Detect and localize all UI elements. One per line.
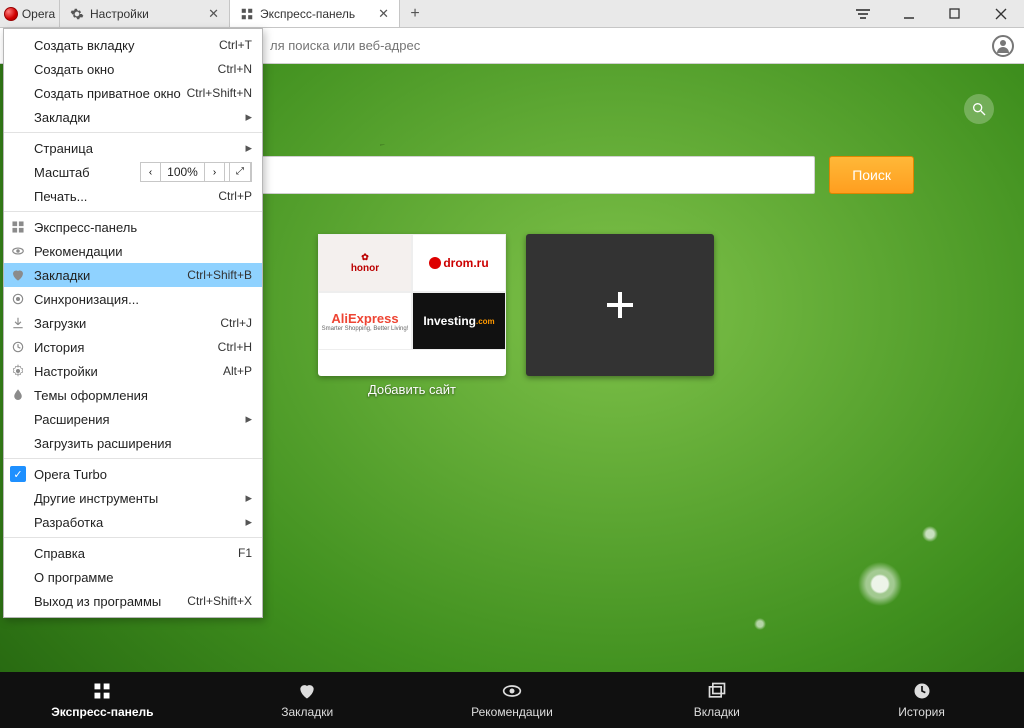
menu-downloads[interactable]: ЗагрузкиCtrl+J [4, 311, 262, 335]
menu-icon [856, 9, 870, 19]
search-button[interactable]: Поиск [829, 156, 914, 194]
bottom-discover[interactable]: Рекомендации [437, 681, 587, 719]
eye-icon [10, 243, 26, 259]
opera-main-menu: Создать вкладкуCtrl+T Создать окноCtrl+N… [3, 28, 263, 618]
tab-close-icon[interactable]: ✕ [208, 6, 219, 22]
chevron-right-icon: ▸ [245, 514, 252, 530]
opera-logo-icon [4, 7, 18, 21]
history-icon [10, 339, 26, 355]
eye-icon [502, 681, 522, 701]
titlebar: Opera Настройки ✕ Экспресс-панель ✕ + [0, 0, 1024, 28]
thumb-aliexpress: AliExpressSmarter Shopping, Better Livin… [318, 292, 412, 350]
search-icon [971, 101, 987, 117]
menu-about[interactable]: О программе [4, 565, 262, 589]
tile-folder[interactable]: ✿honor drom.ru AliExpressSmarter Shoppin… [318, 234, 506, 376]
menu-bookmarks-sub[interactable]: Закладки▸ [4, 105, 262, 129]
bottom-tabs[interactable]: Вкладки [642, 681, 792, 719]
app-menu-button[interactable] [840, 0, 886, 27]
bottom-speed-dial[interactable]: Экспресс-панель [27, 681, 177, 719]
close-window-button[interactable] [978, 0, 1024, 27]
sync-icon [10, 291, 26, 307]
menu-new-window[interactable]: Создать окноCtrl+N [4, 57, 262, 81]
heart-icon [297, 681, 317, 701]
menu-developer[interactable]: Разработка▸ [4, 510, 262, 534]
thumb-drom: drom.ru [412, 234, 506, 292]
bottom-bar: Экспресс-панель Закладки Рекомендации Вк… [0, 672, 1024, 728]
chevron-right-icon: ▸ [245, 109, 252, 125]
menu-extensions[interactable]: Расширения▸ [4, 407, 262, 431]
menu-page-sub[interactable]: Страница▸ [4, 136, 262, 160]
opera-menu-label: Opera [22, 7, 55, 21]
zoom-value: 100% [161, 163, 205, 181]
menu-separator [4, 132, 262, 133]
zoom-in-button[interactable]: › [205, 163, 225, 181]
chevron-right-icon: ▸ [245, 411, 252, 427]
menu-separator [4, 211, 262, 212]
plus-icon [607, 292, 633, 318]
menu-speed-dial[interactable]: Экспресс-панель [4, 215, 262, 239]
maximize-button[interactable] [932, 0, 978, 27]
bottom-history[interactable]: История [847, 681, 997, 719]
tab-speed-dial[interactable]: Экспресс-панель ✕ [230, 0, 400, 27]
menu-sync[interactable]: Синхронизация... [4, 287, 262, 311]
tab-label: Экспресс-панель [260, 7, 355, 21]
gear-icon [70, 7, 84, 21]
fullscreen-button[interactable]: ⤢ [229, 162, 251, 182]
menu-new-tab[interactable]: Создать вкладкуCtrl+T [4, 33, 262, 57]
add-site-label: Добавить сайт [318, 382, 506, 397]
menu-zoom: Масштаб ‹ 100% › ⤢ [4, 160, 262, 184]
thumb-honor: ✿honor [318, 234, 412, 292]
menu-settings[interactable]: НастройкиAlt+P [4, 359, 262, 383]
menu-separator [4, 537, 262, 538]
opera-menu-button[interactable]: Opera [0, 0, 60, 27]
menu-exit[interactable]: Выход из программыCtrl+Shift+X [4, 589, 262, 613]
minimize-button[interactable] [886, 0, 932, 27]
new-tab-button[interactable]: + [400, 0, 430, 27]
window-controls [840, 0, 1024, 27]
tab-strip: Настройки ✕ Экспресс-панель ✕ + [60, 0, 840, 27]
thumb-investing: Investing.com [412, 292, 506, 350]
tile-add-site[interactable] [526, 234, 714, 376]
menu-get-extensions[interactable]: Загрузить расширения [4, 431, 262, 455]
grid-icon [10, 219, 26, 235]
gear-icon [10, 363, 26, 379]
profile-button[interactable] [992, 35, 1014, 57]
menu-new-private[interactable]: Создать приватное окноCtrl+Shift+N [4, 81, 262, 105]
history-icon [912, 681, 932, 701]
customize-button[interactable] [964, 94, 994, 124]
zoom-out-button[interactable]: ‹ [141, 163, 161, 181]
menu-turbo[interactable]: ✓Opera Turbo [4, 462, 262, 486]
menu-themes[interactable]: Темы оформления [4, 383, 262, 407]
download-icon [10, 315, 26, 331]
chevron-right-icon: ▸ [245, 490, 252, 506]
bottom-bookmarks[interactable]: Закладки [232, 681, 382, 719]
tab-label: Настройки [90, 7, 149, 21]
menu-bookmarks[interactable]: ЗакладкиCtrl+Shift+B [4, 263, 262, 287]
heart-icon [10, 267, 26, 283]
chevron-right-icon: ▸ [245, 140, 252, 156]
checkbox-checked-icon: ✓ [10, 466, 26, 482]
tabs-icon [707, 681, 727, 701]
menu-tools[interactable]: Другие инструменты▸ [4, 486, 262, 510]
menu-separator [4, 458, 262, 459]
menu-print[interactable]: Печать...Ctrl+P [4, 184, 262, 208]
menu-history[interactable]: ИсторияCtrl+H [4, 335, 262, 359]
menu-recommendations[interactable]: Рекомендации [4, 239, 262, 263]
menu-help[interactable]: СправкаF1 [4, 541, 262, 565]
grid-icon [240, 7, 254, 21]
grid-icon [92, 681, 112, 701]
droplet-icon [10, 387, 26, 403]
address-input[interactable] [270, 33, 982, 59]
tab-settings[interactable]: Настройки ✕ [60, 0, 230, 27]
tab-close-icon[interactable]: ✕ [378, 6, 389, 22]
